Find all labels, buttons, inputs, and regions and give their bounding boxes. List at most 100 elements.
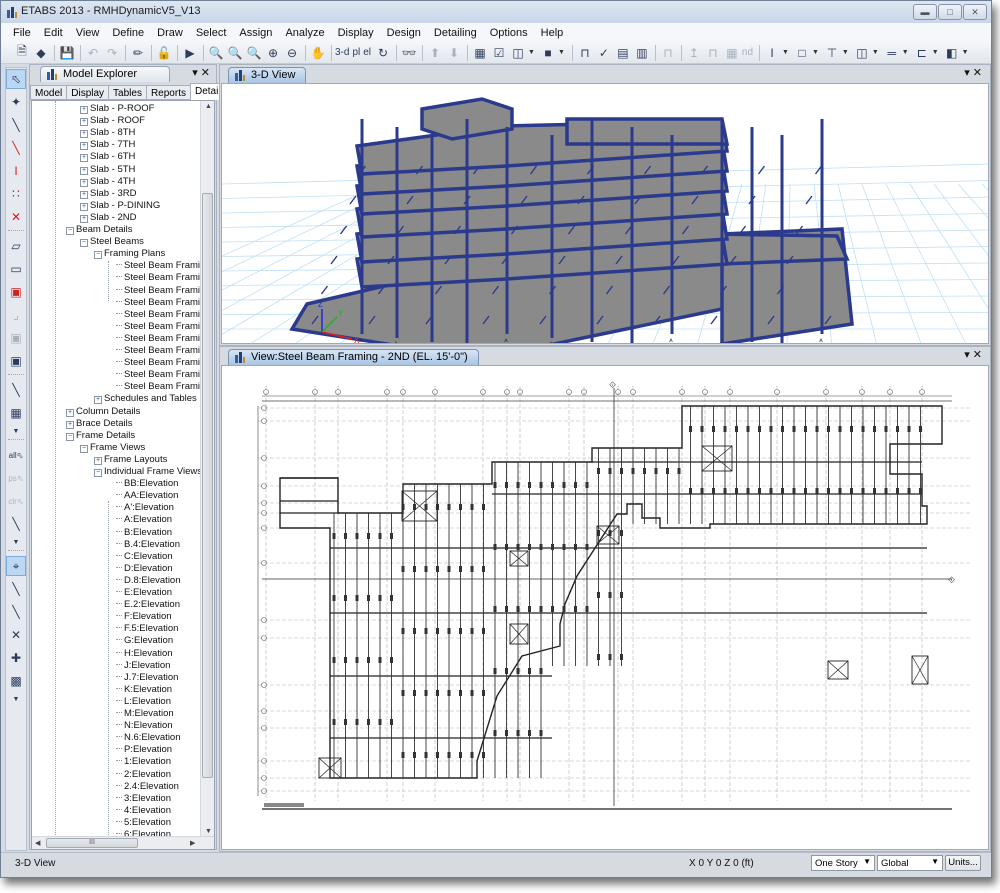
tree-node[interactable]: L:Elevation [116,696,171,708]
snap-perpendicular-tool[interactable]: ✚ [6,648,26,668]
intersecting-line-select-tool[interactable]: ╲ [6,514,26,534]
tree-node[interactable]: Steel Beam Framing - [116,369,200,381]
menu-view[interactable]: View [70,27,106,39]
quick-draw-column-tool[interactable]: ∷ [6,184,26,204]
expand-icon[interactable]: + [80,214,88,223]
tab-model[interactable]: Model [30,85,68,100]
collapse-icon[interactable]: − [80,444,88,453]
dropdown-arrow-icon[interactable]: ▼ [842,49,849,56]
panel-close-icon[interactable]: ✕ [201,67,210,79]
quick-draw-wall-tool[interactable]: ▣ [6,328,26,348]
snap-points-tool[interactable]: ⌖ [6,556,26,576]
draw-rect-floor-tool[interactable]: ▭ [6,259,26,279]
clear-selection-tool[interactable]: clr⬁ [6,491,26,511]
units-button[interactable]: Units... [945,855,981,871]
expand-icon[interactable]: + [80,154,88,163]
composite-beam-design-button[interactable]: ⊤ [823,44,841,62]
expand-icon[interactable]: + [94,456,102,465]
draw-brace-tool[interactable]: ✕ [6,207,26,227]
lock-button[interactable]: 🔓 [155,44,173,62]
concrete-frame-design-button[interactable]: □ [793,44,811,62]
tree-node[interactable]: + Slab - 8TH [80,127,135,139]
tree-node[interactable]: E.2:Elevation [116,599,180,611]
virtual-work-button[interactable]: ▦ [723,44,741,62]
zoom-restore-button[interactable]: 🔍 [226,44,244,62]
new-model-button[interactable]: 🗎 [13,44,31,62]
rotate-3d-button[interactable]: ↻ [374,44,392,62]
menu-select[interactable]: Select [190,27,233,39]
framing-plan-canvas[interactable]: ⟐ ⟐ [221,365,989,850]
snap-ends-tool[interactable]: ╲ [6,579,26,599]
collapse-icon[interactable]: − [94,251,102,260]
tree-node[interactable]: − Frame Views [80,442,145,454]
draw-floor-tool[interactable]: ▱ [6,236,26,256]
view-3d-button[interactable]: 3-d [335,47,349,58]
menu-analyze[interactable]: Analyze [279,27,330,39]
tree-node[interactable]: − Beam Details [66,224,133,236]
tab-tables[interactable]: Tables [108,85,147,100]
pier-forces-button[interactable]: ⊓ [659,44,677,62]
tree-node[interactable]: E:Elevation [116,587,172,599]
tree-node[interactable]: Steel Beam Framing - [116,381,200,393]
tree-node[interactable]: + Slab - 3RD [80,188,136,200]
tree-node[interactable]: D:Elevation [116,563,173,575]
expand-icon[interactable]: + [80,130,88,139]
edit-button[interactable]: ✏ [129,44,147,62]
tree-vertical-scrollbar[interactable]: ▲ ▼ [200,101,214,837]
tree-horizontal-scrollbar[interactable]: ◀ III ▶ [32,836,214,849]
tree-node[interactable]: 4:Elevation [116,805,171,817]
collapse-icon[interactable]: − [80,239,88,248]
tree-node[interactable]: Steel Beam Framing - [116,333,200,345]
menu-define[interactable]: Define [106,27,150,39]
select-all-tool[interactable]: all⬁ [6,445,26,465]
coord-system-select[interactable]: Global ▼ [877,855,943,871]
tree-node[interactable]: Steel Beam Framing - [116,260,200,272]
tree-node[interactable]: + Frame Layouts [94,454,167,466]
expand-icon[interactable]: + [80,178,88,187]
move-down-button[interactable]: ⬇ [445,44,463,62]
tree-node[interactable]: + Column Details [66,406,140,418]
steel-framing-plan-drawing[interactable]: ⟐⟐ [222,366,989,850]
tree-node[interactable]: + Slab - P-DINING [80,200,160,212]
tree-node[interactable]: F.5:Elevation [116,623,178,635]
reshape-tool[interactable]: ✦ [6,92,26,112]
pointer-tool[interactable]: ⬁ [6,69,26,89]
previous-selection-tool[interactable]: ps⬁ [6,468,26,488]
tree-node[interactable]: BB:Elevation [116,478,178,490]
expand-icon[interactable]: + [80,118,88,127]
tree-node[interactable]: AA:Elevation [116,490,178,502]
collapse-icon[interactable]: − [94,469,102,477]
tree-node[interactable]: G:Elevation [116,635,173,647]
tree-node[interactable]: J.7:Elevation [116,672,178,684]
dropdown-arrow-icon[interactable]: ▼ [932,49,939,56]
expand-icon[interactable]: + [80,190,88,199]
view-3d-tab[interactable]: 3-D View [228,67,307,83]
show-undeformed-button[interactable]: ◫ [509,44,527,62]
frame-forces-button[interactable]: ⊓ [576,44,594,62]
scroll-up-icon[interactable]: ▲ [205,103,212,110]
tree-node[interactable]: 2:Elevation [116,769,171,781]
perspective-button[interactable]: 👓 [400,44,418,62]
tree-node[interactable]: F:Elevation [116,611,172,623]
tree-node[interactable]: P:Elevation [116,744,172,756]
set-display-options-button[interactable]: ☑ [490,44,508,62]
link-forces-button[interactable]: ⊓ [704,44,722,62]
pane-menu-icon[interactable]: ▾ [964,349,970,361]
tree-node[interactable]: B:Elevation [116,527,172,539]
view-3d-canvas[interactable]: ⩚⩚⩚⩚⩚⩚⩚⩚⩚⩚⩚⩚⩚ZXY [221,83,989,344]
expand-icon[interactable]: + [80,142,88,151]
tree-node[interactable]: + Schedules and Tables [94,393,197,405]
expand-icon[interactable]: + [80,202,88,211]
show-deformed-button[interactable]: ■ [539,44,557,62]
support-reactions-button[interactable]: ▥ [633,44,651,62]
draw-grid-tool[interactable]: ▦ [6,403,26,423]
minimize-button[interactable]: ▬ [913,4,937,20]
draw-opening-tool[interactable]: ▣ [6,351,26,371]
save-button[interactable]: 💾 [58,44,76,62]
pane-close-icon[interactable]: ✕ [973,349,982,361]
panel-menu-icon[interactable]: ▾ [192,67,198,79]
tree-node[interactable]: + Slab - P-ROOF [80,103,154,115]
collapse-icon[interactable]: − [66,227,74,235]
menu-detailing[interactable]: Detailing [428,27,483,39]
maximize-button[interactable]: □ [938,4,962,20]
